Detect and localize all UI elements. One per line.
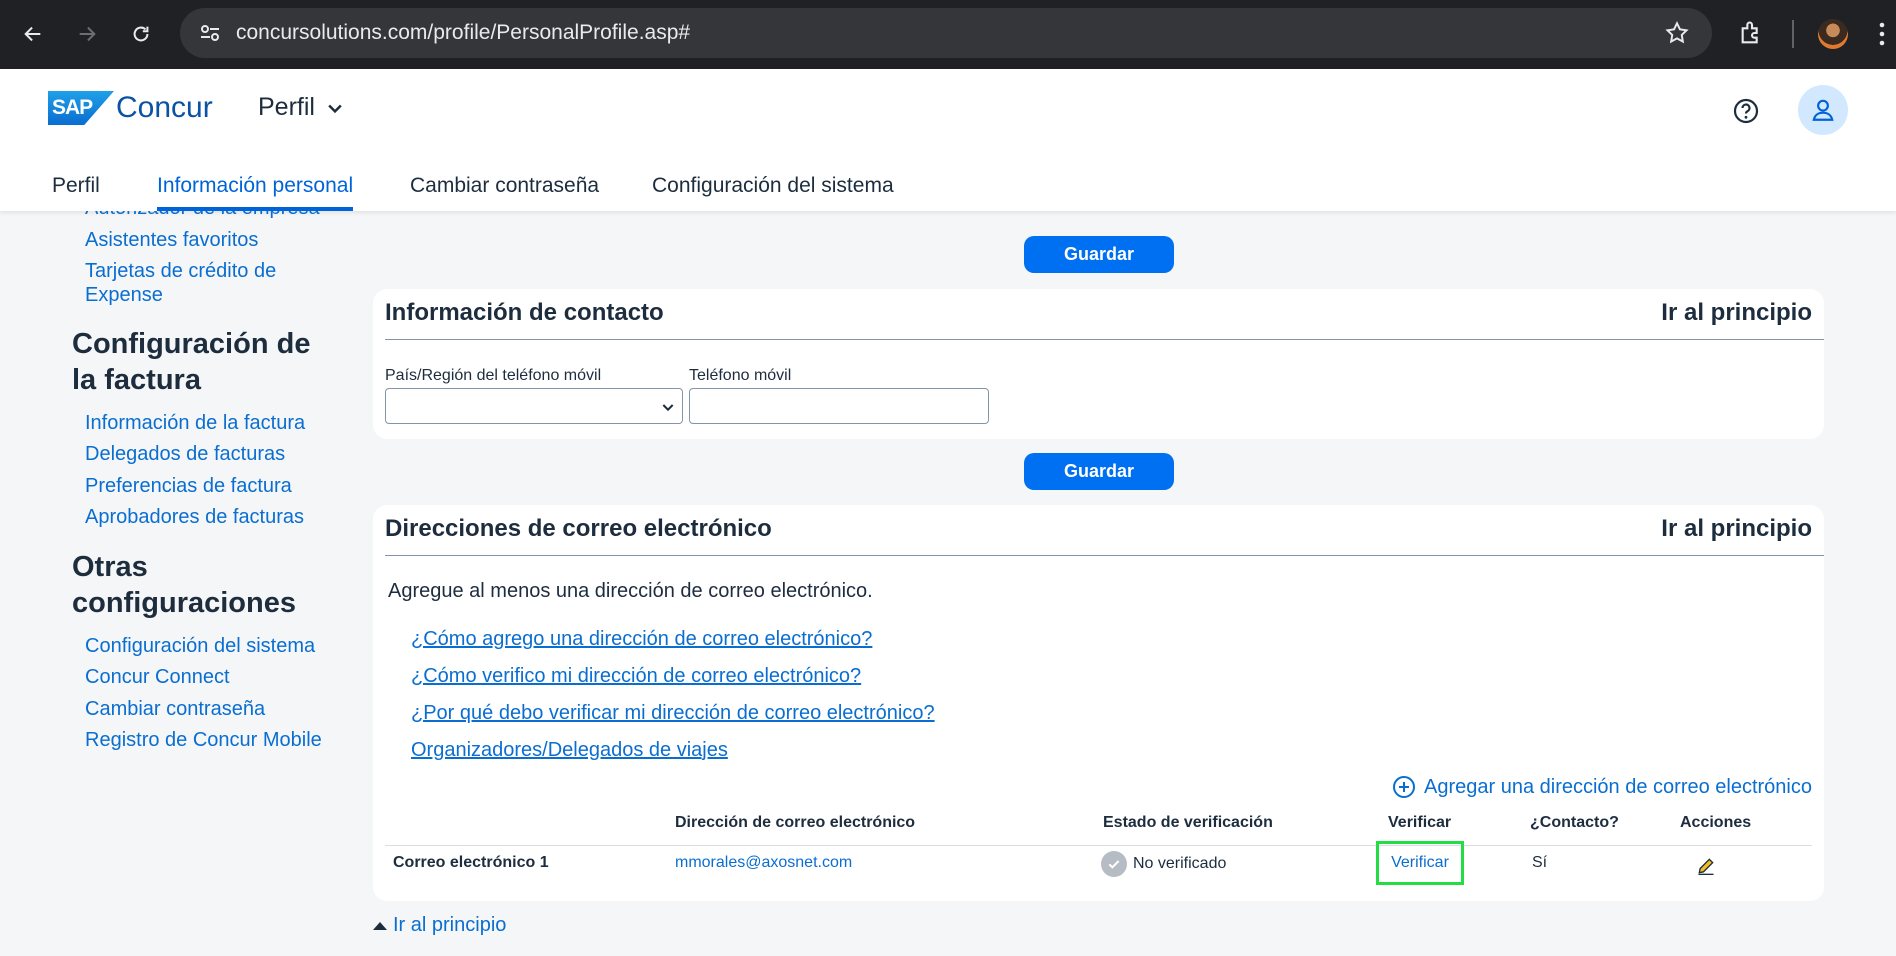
help-link-add-email[interactable]: ¿Cómo agrego una dirección de correo ele…: [411, 628, 872, 651]
mobile-phone-label: Teléfono móvil: [689, 367, 792, 384]
sidebar-heading-otras: Otras: [72, 551, 148, 583]
column-header-address: Dirección de correo electrónico: [675, 814, 916, 831]
contact-info-card: Información de contacto Ir al principio …: [373, 289, 1824, 439]
module-menu[interactable]: Perfil: [258, 93, 345, 122]
chevron-down-icon: [662, 404, 674, 412]
verification-status-text: No verificado: [1133, 855, 1227, 872]
sidebar-link-concur-mobile[interactable]: Registro de Concur Mobile: [85, 728, 322, 752]
email-row-address[interactable]: mmorales@axosnet.com: [675, 854, 852, 872]
section-divider: [385, 555, 1824, 556]
email-row-name: Correo electrónico 1: [393, 854, 549, 871]
column-header-verify: Verificar: [1388, 814, 1452, 831]
url-text: concursolutions.com/profile/PersonalProf…: [236, 21, 691, 44]
help-link-why-verify[interactable]: ¿Por qué debo verificar mi dirección de …: [411, 702, 935, 725]
toolbar-divider: [1792, 20, 1794, 48]
email-addresses-card: Direcciones de correo electrónico Ir al …: [373, 505, 1824, 901]
go-to-top-link[interactable]: Ir al principio: [1661, 299, 1812, 327]
forward-button[interactable]: [70, 17, 104, 51]
app-header: SAP Concur Perfil Perfil Información per…: [0, 69, 1896, 211]
sidebar-heading-factura: Configuración de: [72, 328, 311, 360]
go-to-top-link[interactable]: Ir al principio: [1661, 515, 1812, 543]
mobile-country-label: País/Región del teléfono móvil: [385, 367, 602, 384]
bookmark-star-icon[interactable]: [1664, 20, 1690, 46]
column-header-contact: ¿Contacto?: [1530, 814, 1619, 831]
sap-concur-logo[interactable]: SAP Concur: [48, 91, 213, 125]
sidebar-heading-factura-2: la factura: [72, 364, 201, 396]
sidebar-link-config-sistema[interactable]: Configuración del sistema: [85, 634, 315, 658]
user-profile-button[interactable]: [1798, 85, 1848, 135]
sidebar-link-asistentes[interactable]: Asistentes favoritos: [85, 228, 258, 252]
sidebar-link-info-factura[interactable]: Información de la factura: [85, 411, 305, 435]
chevron-down-icon: [328, 104, 342, 113]
help-link-verify-email[interactable]: ¿Cómo verifico mi dirección de correo el…: [411, 665, 861, 688]
contact-info-title: Información de contacto: [385, 299, 664, 326]
sidebar-link-tarjetas-expense[interactable]: Expense: [85, 283, 163, 307]
verify-email-link[interactable]: Verificar: [1376, 841, 1464, 885]
tab-configuracion-sistema[interactable]: Configuración del sistema: [652, 161, 894, 211]
profile-sidebar: Autorizador de la empresa Asistentes fav…: [0, 211, 360, 956]
sidebar-link-preferencias-factura[interactable]: Preferencias de factura: [85, 474, 292, 498]
pencil-edit-icon[interactable]: [1696, 856, 1716, 876]
sidebar-link-autorizador[interactable]: Autorizador de la empresa: [85, 211, 320, 220]
more-vert-icon[interactable]: [1878, 20, 1886, 48]
address-bar[interactable]: concursolutions.com/profile/PersonalProf…: [180, 8, 1712, 58]
sap-logo-badge: SAP: [48, 91, 114, 125]
help-link-travel-arrangers[interactable]: Organizadores/Delegados de viajes: [411, 739, 728, 762]
user-icon: [1812, 99, 1834, 121]
sidebar-link-delegados-facturas[interactable]: Delegados de facturas: [85, 442, 285, 466]
extensions-icon[interactable]: [1738, 19, 1766, 47]
save-button-2[interactable]: Guardar: [1024, 453, 1174, 490]
sidebar-link-tarjetas[interactable]: Tarjetas de crédito de: [85, 259, 276, 283]
sidebar-heading-otras-2: configuraciones: [72, 587, 296, 619]
table-header-divider: [385, 845, 1812, 846]
arrow-right-icon: [79, 26, 96, 42]
column-header-status: Estado de verificación: [1103, 814, 1273, 831]
reload-button[interactable]: [124, 17, 158, 51]
back-to-top-link[interactable]: Ir al principio: [373, 914, 506, 937]
arrow-left-icon: [24, 26, 41, 42]
back-to-top-label: Ir al principio: [393, 914, 507, 936]
site-settings-icon[interactable]: [198, 21, 222, 45]
reload-icon: [133, 26, 149, 42]
add-circle-icon: [1393, 776, 1415, 798]
email-intro-text: Agregue al menos una dirección de correo…: [388, 580, 873, 602]
sidebar-link-concur-connect[interactable]: Concur Connect: [85, 665, 230, 689]
module-label: Perfil: [258, 93, 315, 121]
tab-cambiar-contrasena[interactable]: Cambiar contraseña: [410, 161, 599, 211]
browser-profile-avatar[interactable]: [1818, 19, 1848, 49]
mobile-phone-input[interactable]: [689, 388, 989, 424]
concur-logo-text: Concur: [116, 91, 213, 124]
help-icon[interactable]: [1730, 95, 1762, 127]
column-header-actions: Acciones: [1680, 814, 1752, 831]
tab-perfil[interactable]: Perfil: [52, 161, 100, 211]
sidebar-link-cambiar-contrasena[interactable]: Cambiar contraseña: [85, 697, 265, 721]
section-divider: [385, 339, 1824, 340]
add-email-button[interactable]: Agregar una dirección de correo electrón…: [1392, 775, 1812, 799]
email-row-contact: Sí: [1532, 854, 1548, 871]
verification-status: No verificado: [1101, 851, 1226, 877]
sidebar-link-aprobadores-facturas[interactable]: Aprobadores de facturas: [85, 505, 304, 529]
tab-informacion-personal[interactable]: Información personal: [157, 161, 354, 211]
save-button[interactable]: Guardar: [1024, 236, 1174, 273]
back-button[interactable]: [16, 17, 50, 51]
check-circle-icon: [1101, 851, 1127, 877]
add-email-label: Agregar una dirección de correo electrón…: [1424, 775, 1812, 798]
mobile-country-select[interactable]: [385, 388, 683, 424]
triangle-up-icon: [373, 921, 387, 930]
browser-toolbar: concursolutions.com/profile/PersonalProf…: [0, 0, 1896, 69]
email-section-title: Direcciones de correo electrónico: [385, 515, 772, 542]
